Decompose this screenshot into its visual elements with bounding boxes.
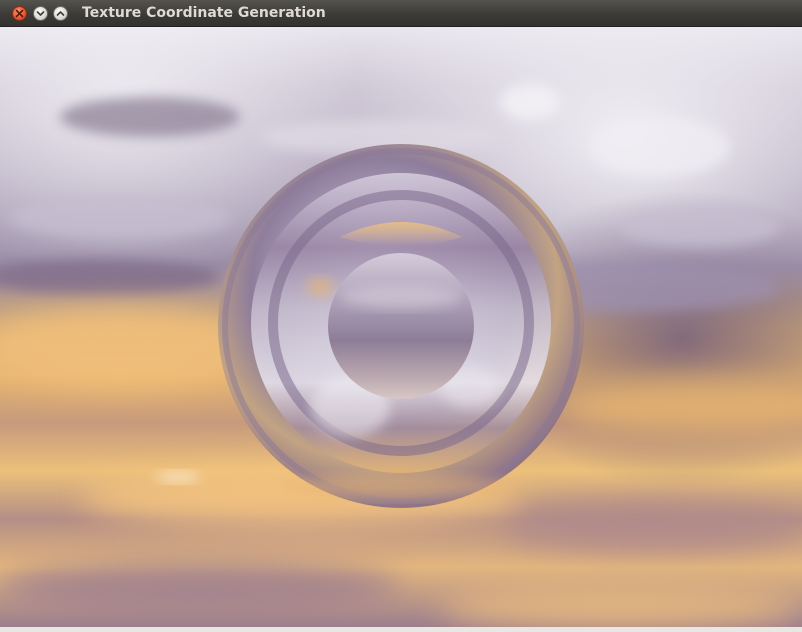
- minimize-icon: [36, 11, 45, 16]
- scene-render: [0, 27, 802, 627]
- window-bottom-border: [0, 627, 802, 632]
- close-icon: [15, 9, 24, 18]
- title-bar[interactable]: Texture Coordinate Generation: [0, 0, 802, 27]
- reflective-torus: [218, 144, 584, 508]
- close-button[interactable]: [12, 6, 27, 21]
- window-title: Texture Coordinate Generation: [82, 5, 326, 21]
- opengl-viewport[interactable]: [0, 27, 802, 627]
- maximize-icon: [56, 11, 65, 16]
- application-window: Texture Coordinate Generation: [0, 0, 802, 632]
- minimize-button[interactable]: [33, 6, 48, 21]
- torus-hole: [328, 253, 474, 399]
- maximize-button[interactable]: [53, 6, 68, 21]
